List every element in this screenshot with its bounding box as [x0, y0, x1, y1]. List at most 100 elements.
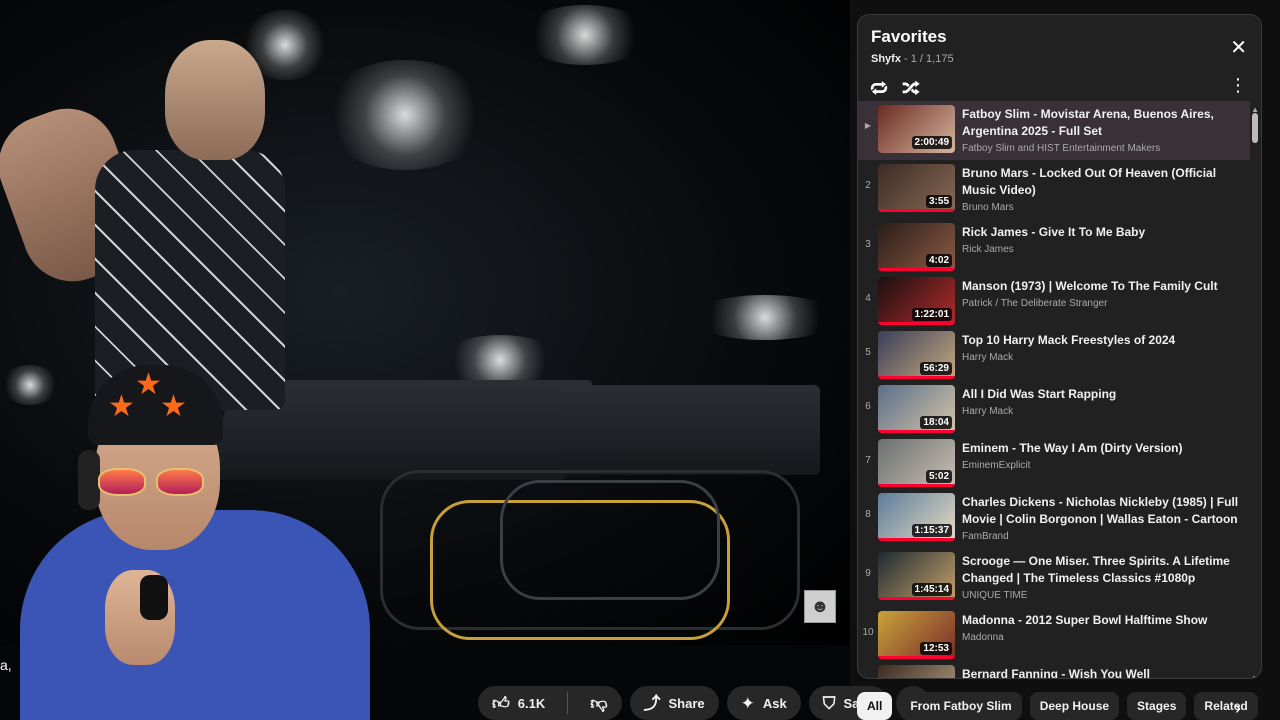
ask-button[interactable]: ✦ Ask: [726, 686, 801, 720]
share-button[interactable]: ⤴ Share: [629, 686, 719, 720]
star-icon: ★: [108, 390, 135, 423]
close-icon[interactable]: ✕: [1230, 35, 1247, 60]
item-title[interactable]: Manson (1973) | Welcome To The Family Cu…: [962, 278, 1244, 295]
item-title[interactable]: Bruno Mars - Locked Out Of Heaven (Offic…: [962, 165, 1244, 199]
duration-badge: 4:02: [925, 254, 952, 267]
item-channel[interactable]: Bruno Mars: [962, 202, 1244, 213]
item-title[interactable]: Charles Dickens - Nicholas Nickleby (198…: [962, 494, 1244, 528]
filter-chip[interactable]: Related: [1194, 692, 1258, 720]
item-index: 5: [865, 347, 871, 358]
share-icon: ⤴: [643, 693, 661, 713]
item-index: 4: [865, 293, 871, 304]
playlist-item[interactable]: ▶ 2:00:49 Fatboy Slim - Movistar Arena, Bu…: [858, 101, 1250, 160]
item-meta: Top 10 Harry Mack Freestyles of 2024 Harr…: [955, 327, 1250, 363]
item-index: [858, 661, 878, 678]
item-channel[interactable]: Harry Mack: [962, 352, 1244, 363]
filter-chip[interactable]: Stages: [1127, 692, 1187, 720]
duration-badge: 1:15:37: [911, 524, 952, 537]
star-icon: ★: [135, 368, 162, 401]
item-meta: All I Did Was Start Rapping Harry Mack: [955, 381, 1250, 417]
headphone: [78, 450, 100, 510]
video-thumbnail[interactable]: 1:15:37: [878, 493, 955, 541]
item-index: 2: [865, 180, 871, 191]
playlist-item[interactable]: 7 5:02 Eminem - The Way I Am (Dirty Versio…: [858, 435, 1250, 489]
stage-light: [690, 295, 840, 340]
video-thumbnail[interactable]: 18:04: [878, 385, 955, 433]
item-title[interactable]: Scrooge — One Miser. Three Spirits. A Li…: [962, 553, 1244, 587]
item-title[interactable]: Rick James - Give It To Me Baby: [962, 224, 1244, 241]
watch-progress-bar: [878, 430, 955, 433]
scroll-thumb[interactable]: [1252, 113, 1258, 143]
item-meta: Manson (1973) | Welcome To The Family Cu…: [955, 273, 1250, 309]
item-index: 9: [865, 568, 871, 579]
dislike-button[interactable]: 👎︎: [576, 686, 621, 720]
playlist-item[interactable]: 5 56:29 Top 10 Harry Mack Freestyles of 20…: [858, 327, 1250, 381]
item-channel[interactable]: UNIQUE TIME: [962, 590, 1244, 601]
like-dislike-group: 👍︎ 6.1K 👎︎: [478, 686, 622, 720]
item-title[interactable]: Top 10 Harry Mack Freestyles of 2024: [962, 332, 1244, 349]
video-thumbnail[interactable]: 1:22:01: [878, 277, 955, 325]
like-button[interactable]: 👍︎ 6.1K: [478, 686, 559, 720]
video-thumbnail[interactable]: 2:00:49: [878, 105, 955, 153]
filter-chip[interactable]: All: [857, 692, 893, 720]
video-thumbnail[interactable]: [878, 665, 955, 678]
duration-badge: 5:02: [925, 470, 952, 483]
item-channel[interactable]: Madonna: [962, 632, 1244, 643]
playlist-item[interactable]: 4 1:22:01 Manson (1973) | Welcome To The F…: [858, 273, 1250, 327]
item-channel[interactable]: Harry Mack: [962, 406, 1244, 417]
item-channel[interactable]: Patrick / The Deliberate Stranger: [962, 298, 1244, 309]
avatar-thumbnail[interactable]: ☻: [804, 590, 836, 623]
video-thumbnail[interactable]: 4:02: [878, 223, 955, 271]
video-player[interactable]: ★ ★ ★ a, ☻: [0, 0, 850, 720]
bookmark-icon: ⛉: [822, 693, 836, 713]
item-title[interactable]: Eminem - The Way I Am (Dirty Version): [962, 440, 1244, 457]
item-index: 10: [862, 627, 874, 638]
playlist-item[interactable]: 9 1:45:14 Scrooge — One Miser. Three Spiri…: [858, 548, 1250, 607]
item-meta: Rick James - Give It To Me Baby Rick Jame…: [955, 219, 1250, 255]
item-meta: Bruno Mars - Locked Out Of Heaven (Offic…: [955, 160, 1250, 213]
video-thumbnail[interactable]: 12:53: [878, 611, 955, 659]
duration-badge: 1:45:14: [911, 583, 952, 596]
playlist-item[interactable]: 6 18:04 All I Did Was Start Rapping Harry M…: [858, 381, 1250, 435]
thumbs-down-icon: 👎︎: [590, 693, 608, 713]
playlist-item[interactable]: 10 12:53 Madonna - 2012 Super Bowl Halftim…: [858, 607, 1250, 661]
item-channel[interactable]: Rick James: [962, 244, 1244, 255]
item-meta: Madonna - 2012 Super Bowl Halftime Show M…: [955, 607, 1250, 643]
item-meta: Charles Dickens - Nicholas Nickleby (198…: [955, 489, 1250, 542]
dj-head: [165, 40, 265, 160]
item-title[interactable]: Bernard Fanning - Wish You Well: [962, 666, 1244, 678]
scroll-down-icon[interactable]: ▼: [1251, 674, 1259, 678]
video-thumbnail[interactable]: 3:55: [878, 164, 955, 212]
playlist-item[interactable]: 3 4:02 Rick James - Give It To Me Baby Rick…: [858, 219, 1250, 273]
filter-chip[interactable]: From Fatboy Slim: [900, 692, 1022, 720]
chevron-right-icon[interactable]: ›: [1235, 698, 1241, 719]
scrollbar[interactable]: ▲ ▼: [1251, 105, 1259, 678]
thumbs-up-icon: 👍︎: [492, 693, 510, 713]
watch-progress-bar: [878, 538, 955, 541]
item-title[interactable]: All I Did Was Start Rapping: [962, 386, 1244, 403]
item-channel[interactable]: Fatboy Slim and HIST Entertainment Maker…: [962, 143, 1244, 154]
playlist-title[interactable]: Favorites: [871, 27, 947, 47]
duration-badge: 1:22:01: [911, 308, 952, 321]
playlist-controls: 🔁︎ 🔀︎: [870, 74, 920, 101]
playlist-owner[interactable]: Shyfx: [871, 53, 901, 65]
playlist-item[interactable]: Bernard Fanning - Wish You Well: [858, 661, 1250, 678]
video-thumbnail[interactable]: 56:29: [878, 331, 955, 379]
item-channel[interactable]: EminemExplicit: [962, 460, 1244, 471]
item-index: 7: [865, 455, 871, 466]
divider: [567, 692, 569, 714]
filter-chip[interactable]: Deep House: [1029, 692, 1120, 720]
playlist-subtitle: Shyfx - 1 / 1,175: [871, 53, 954, 65]
playlist-items: ▶ 2:00:49 Fatboy Slim - Movistar Arena, Bu…: [858, 101, 1250, 678]
item-title[interactable]: Fatboy Slim - Movistar Arena, Buenos Air…: [962, 106, 1244, 140]
item-channel[interactable]: FamBrand: [962, 531, 1244, 542]
playlist-item[interactable]: 2 3:55 Bruno Mars - Locked Out Of Heaven (…: [858, 160, 1250, 219]
video-thumbnail[interactable]: 5:02: [878, 439, 955, 487]
playlist-item[interactable]: 8 1:15:37 Charles Dickens - Nicholas Nickl…: [858, 489, 1250, 548]
item-title[interactable]: Madonna - 2012 Super Bowl Halftime Show: [962, 612, 1244, 629]
shuffle-icon[interactable]: 🔀︎: [902, 74, 920, 101]
loop-icon[interactable]: 🔁︎: [870, 74, 888, 101]
item-meta: Eminem - The Way I Am (Dirty Version) Emi…: [955, 435, 1250, 471]
more-vertical-icon[interactable]: ⋮: [1229, 75, 1247, 96]
video-thumbnail[interactable]: 1:45:14: [878, 552, 955, 600]
